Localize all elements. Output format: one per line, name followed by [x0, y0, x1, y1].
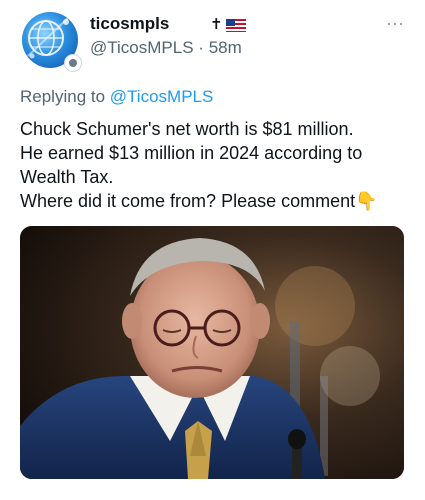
more-icon[interactable]: ⋯ [386, 14, 405, 35]
separator: · [198, 38, 204, 57]
flag-us-icon [225, 18, 246, 32]
handle-line: @TicosMPLS · 58m [90, 38, 242, 58]
avatar-badge-icon [64, 54, 82, 72]
tweet-text: Chuck Schumer's net worth is $81 million… [20, 117, 415, 213]
reply-prefix: Replying to [20, 87, 106, 106]
name-badges: ✝ [210, 15, 246, 33]
tweet-text-line: Wealth Tax. [20, 167, 114, 187]
display-name[interactable]: ticosmpls [90, 14, 169, 34]
reply-mention-link[interactable]: @TicosMPLS [110, 87, 214, 106]
user-handle[interactable]: @TicosMPLS [90, 38, 194, 57]
tweet-time[interactable]: 58m [209, 38, 242, 57]
cross-icon: ✝ [210, 16, 223, 33]
reply-context: Replying to @TicosMPLS [20, 87, 213, 107]
tweet-text-line: Where did it come from? Please comment👇 [20, 191, 378, 211]
tweet-photo[interactable] [20, 226, 404, 479]
tweet-text-line: Chuck Schumer's net worth is $81 million… [20, 119, 354, 139]
tweet-text-line: He earned $13 million in 2024 according … [20, 143, 363, 163]
